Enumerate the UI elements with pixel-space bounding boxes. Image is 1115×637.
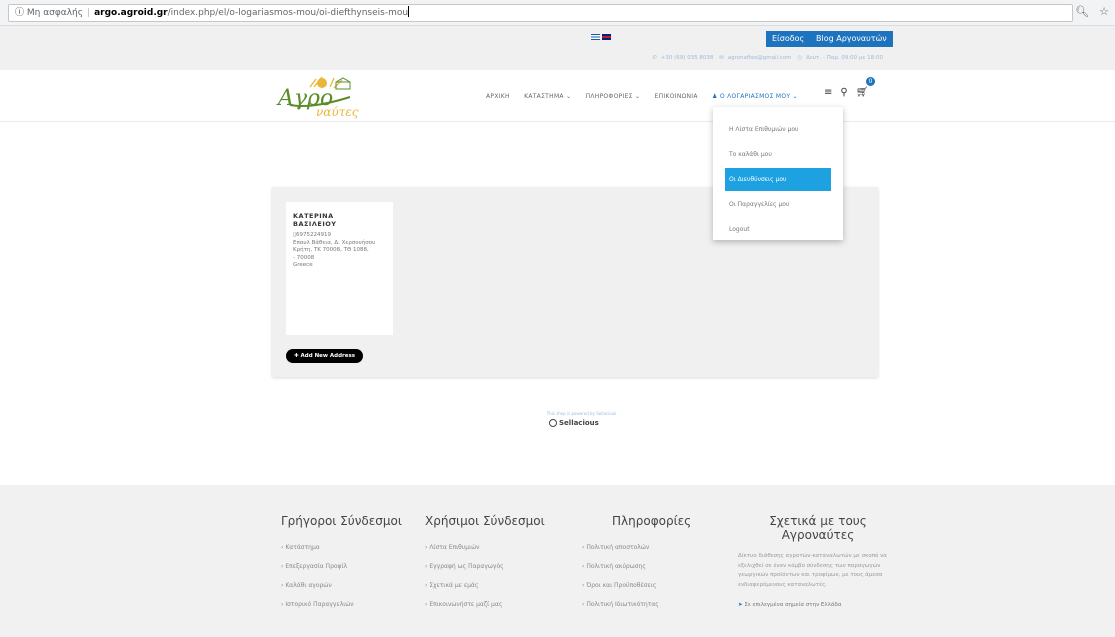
menu-item-logout[interactable]: Logout <box>725 218 831 241</box>
text-caret <box>408 6 410 17</box>
browser-address-bar: ⓘ Μη ασφαλής | argo.agroid.gr/index.php/el… <box>0 0 1115 26</box>
powered-by-text: This shop is powered by Sellacious <box>546 411 617 416</box>
footer-link[interactable]: › Καλάθι αγορών <box>281 576 402 595</box>
contact-line: ✆ +30 (69) 035 8038 ✉ agronaftes@gmail.com… <box>648 55 883 61</box>
footer-link[interactable]: › Εγγραφή ως Παραγωγός <box>425 557 545 576</box>
footer-column-about: Σχετικά με τους Αγροναύτες Δίκτυο διάθεσ… <box>738 514 898 608</box>
star-icon[interactable]: ☆ <box>1099 5 1109 18</box>
location-text: Σε επιλεγμένα σημεία στην Ελλάδα <box>744 602 842 608</box>
footer-heading: Σχετικά με τους Αγροναύτες <box>769 514 867 542</box>
zoom-icon[interactable]: 🔍︎ <box>1075 5 1089 18</box>
footer-column-information: Πληροφορίες › Πολιτική αποστολών › Πολιτ… <box>582 514 691 614</box>
footer-link[interactable]: › Κατάστημα <box>281 538 402 557</box>
info-icon[interactable]: ⓘ <box>15 8 24 18</box>
menu-item-cart[interactable]: Το καλάθι μου <box>725 143 831 166</box>
address-line: Επαυλ Βάθεια, Δ. Χερσονήσου <box>293 239 376 246</box>
contact-email[interactable]: agronaftes@gmail.com <box>728 55 792 61</box>
footer-link[interactable]: › Σχετικά με εμάς <box>425 576 545 595</box>
about-text: Δίκτυο διάθεσης αγροτών-καταναλωτών με σ… <box>738 553 887 588</box>
contact-phone[interactable]: +30 (69) 035 8038 <box>661 55 714 61</box>
uk-flag-icon[interactable] <box>602 34 611 40</box>
hamburger-menu-icon[interactable]: ≡ <box>824 87 832 98</box>
footer-link[interactable]: › Πολιτική αποστολών <box>582 538 691 557</box>
security-label: Μη ασφαλής <box>26 8 84 18</box>
menu-item-addresses[interactable]: Οι Διευθύνσεις μου <box>725 168 831 191</box>
nav-my-account[interactable]: ♟ Ο ΛΟΓΑΡΙΑΣΜΟΣ ΜΟΥ ⌄ <box>712 93 798 100</box>
footer-column-useful-links: Χρήσιμοι Σύνδεσμοι › Λίστα Επιθυμιών › Ε… <box>425 514 545 614</box>
footer-link[interactable]: › Πολιτική ακύρωσης <box>582 557 691 576</box>
site-footer: Γρήγοροι Σύνδεσμοι › Κατάστημα › Επεξεργ… <box>0 485 1115 637</box>
menu-item-wishlist[interactable]: Η Λίστα Επιθυμιών μου <box>725 118 831 141</box>
greek-flag-icon[interactable] <box>591 34 600 40</box>
logo-graphic: Αγρο ναύτες <box>276 76 359 119</box>
footer-column-quick-links: Γρήγοροι Σύνδεσμοι › Κατάστημα › Επεξεργ… <box>281 514 402 614</box>
mail-icon: ✉ <box>719 55 724 61</box>
site-header: Αγρο ναύτες ΑΡΧΙΚΗ ΚΑΤΑΣΤΗΜΑ ⌄ ΠΛΗΡΟΦΟΡΙ… <box>0 70 1115 122</box>
nav-home[interactable]: ΑΡΧΙΚΗ <box>486 93 510 100</box>
address-line: - 70008 <box>293 254 315 261</box>
top-strip: Είσοδος Blog Αργοναυτών ✆ +30 (69) 035 80… <box>0 26 1115 70</box>
footer-link[interactable]: › Λίστα Επιθυμιών <box>425 538 545 557</box>
account-dropdown-menu: Η Λίστα Επιθυμιών μου Το καλάθι μου Οι Δ… <box>713 107 843 240</box>
site-logo[interactable]: Αγρο ναύτες <box>272 75 362 119</box>
cart-icon[interactable]: 🛒︎ <box>856 87 869 98</box>
address-country: Greece <box>293 262 313 268</box>
language-switcher <box>591 33 613 41</box>
main-nav: ΑΡΧΙΚΗ ΚΑΤΑΣΤΗΜΑ ⌄ ΠΛΗΡΟΦΟΡΙΕΣ ⌄ ΕΠΙΚΟΙΝ… <box>486 93 810 100</box>
cart-count-badge: 0 <box>866 77 875 86</box>
footer-heading: Πληροφορίες <box>612 514 692 528</box>
url-path: /index.php/el/o-logariasmos-mou/oi-dieft… <box>167 8 409 18</box>
search-icon[interactable]: ⚲ <box>840 87 847 98</box>
nav-info[interactable]: ΠΛΗΡΟΦΟΡΙΕΣ ⌄ <box>586 93 641 100</box>
address-name: ΚΑΤΕΡΙΝΑ ΒΑΣΙΛΕΙΟΥ <box>293 212 337 228</box>
footer-link[interactable]: › Πολιτική Ιδιωτικότητας <box>582 595 691 614</box>
url-domain: argo.agroid.gr <box>94 8 168 18</box>
footer-link[interactable]: › Όροι και Προϋποθέσεις <box>582 576 691 595</box>
address-line: Κρήτη, ΤΚ 70008, ΤΘ 1088, <box>293 247 369 253</box>
add-new-address-button[interactable]: ✚ Add New Address <box>286 349 364 363</box>
clock-icon: ◷ <box>797 55 803 61</box>
blog-button[interactable]: Blog Αργοναυτών <box>810 31 893 47</box>
contact-hours: Δευτ. - Παρ. 09:00 με 18:00 <box>806 55 883 61</box>
footer-heading: Γρήγοροι Σύνδεσμοι <box>281 514 402 528</box>
url-input[interactable]: ⓘ Μη ασφαλής | argo.agroid.gr/index.php/el… <box>8 4 1073 22</box>
address-card: ΚΑΤΕΡΙΝΑ ΒΑΣΙΛΕΙΟΥ ▯6975224919 Επαυλ Βάθ… <box>286 202 393 335</box>
login-button[interactable]: Είσοδος <box>766 31 811 47</box>
address-phone: 6975224919 <box>296 232 332 238</box>
svg-text:ναύτες: ναύτες <box>316 105 359 119</box>
nav-contact[interactable]: ΕΠΙΚΟΙΝΩΝΙΑ <box>655 93 698 100</box>
sellacious-logo[interactable]: Sellacious <box>549 419 599 427</box>
menu-item-orders[interactable]: Οι Παραγγελίες μου <box>725 193 831 216</box>
nav-shop[interactable]: ΚΑΤΑΣΤΗΜΑ ⌄ <box>524 93 571 100</box>
footer-link[interactable]: › Ιστορικό Παραγγελιών <box>281 595 402 614</box>
user-icon: ♟ <box>712 93 720 100</box>
footer-heading: Χρήσιμοι Σύνδεσμοι <box>425 514 545 528</box>
footer-link[interactable]: › Επικοινωνήστε μαζί μας <box>425 595 545 614</box>
sellacious-logo-icon <box>549 419 557 427</box>
phone-icon: ✆ <box>652 55 657 61</box>
footer-link[interactable]: › Επεξεργασία Προφίλ <box>281 557 402 576</box>
